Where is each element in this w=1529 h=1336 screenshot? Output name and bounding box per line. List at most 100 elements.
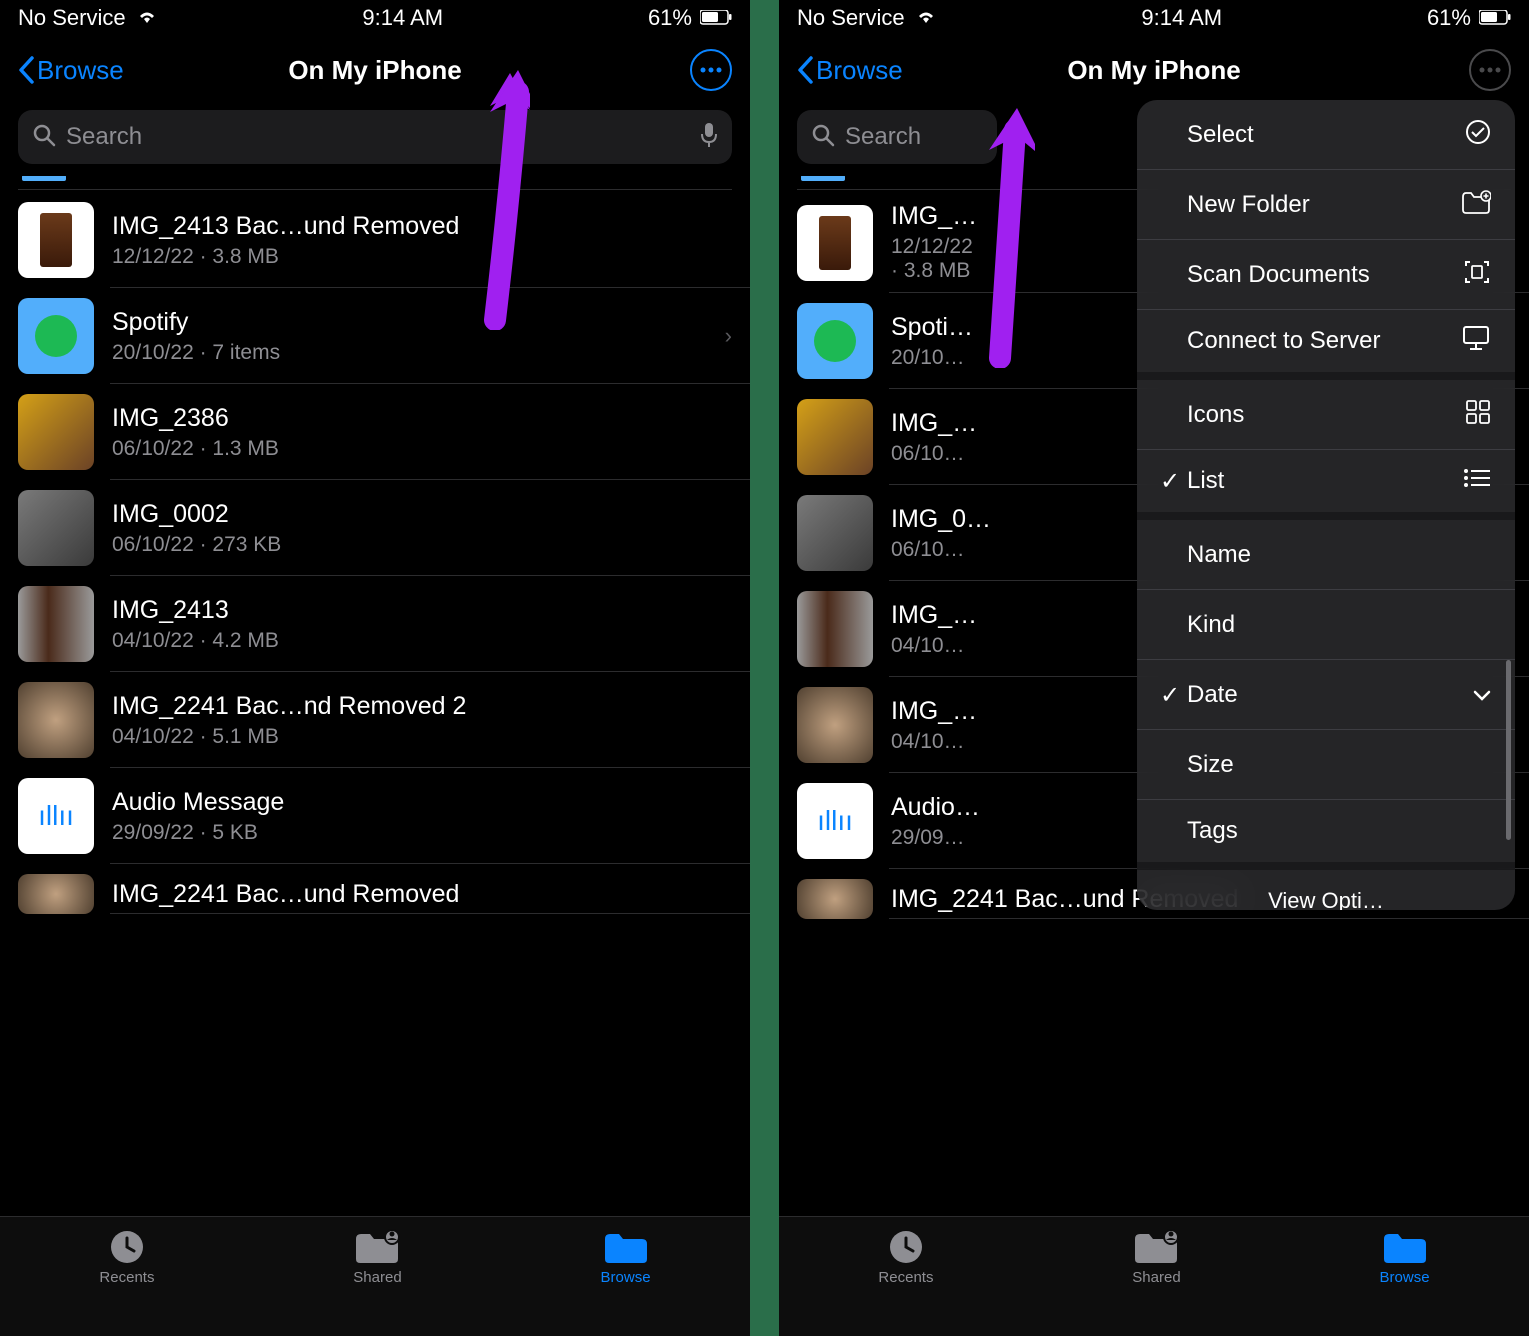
list-item[interactable]: Spotify 20/10/22 · 7 items › [0,288,750,384]
file-name: IMG_2413 [112,596,732,625]
folder-icon [603,1227,649,1267]
file-thumb [18,202,94,278]
clock-icon [887,1227,925,1267]
search-input[interactable]: Search [18,110,732,164]
back-label: Browse [816,55,903,86]
file-thumb [797,495,873,571]
menu-scan-documents[interactable]: Scan Documents [1137,240,1515,310]
list-item[interactable]: IMG_2241 Bac…und Removed [0,864,750,914]
wifi-icon [136,5,158,31]
tab-recents[interactable]: Recents [99,1227,154,1286]
file-name: Spotify [112,308,707,337]
tab-label: Shared [353,1269,401,1286]
checkmark-icon: ✓ [1155,467,1185,496]
file-meta: 12/12/22 · 3.8 MB [891,235,981,283]
file-thumb: ıllıı [797,783,873,859]
scan-icon [1463,258,1491,293]
file-meta: 06/10/22 · 1.3 MB [112,437,732,461]
nav-bar: Browse On My iPhone [779,36,1529,104]
file-name: IMG_2413 Bac…und Removed [112,212,732,241]
tab-browse[interactable]: Browse [601,1227,651,1286]
list-item[interactable]: IMG_2386 06/10/22 · 1.3 MB [0,384,750,480]
menu-sort-kind[interactable]: Kind [1137,590,1515,660]
menu-new-folder[interactable]: New Folder [1137,170,1515,240]
shared-folder-icon [1133,1227,1179,1267]
list-item[interactable]: IMG_2413 Bac…und Removed 12/12/22 · 3.8 … [0,192,750,288]
nav-bar: Browse On My iPhone [0,36,750,104]
back-button[interactable]: Browse [797,55,903,86]
battery-icon [700,5,732,31]
menu-sort-date[interactable]: ✓ Date [1137,660,1515,730]
ellipsis-icon [1479,67,1501,73]
tab-shared[interactable]: Shared [1132,1227,1180,1286]
file-name: IMG_2413 Bac…und Removed [891,202,981,231]
select-circle-icon [1465,119,1491,152]
menu-sort-tags[interactable]: Tags [1137,800,1515,870]
file-meta: 06/10/22 · 273 KB [112,533,732,557]
carrier-text: No Service [797,5,905,31]
screenshot-right: No Service 9:14 AM 61% Browse On My iPho… [779,0,1529,1336]
list-item[interactable]: IMG_2413 04/10/22 · 4.2 MB [0,576,750,672]
file-name: Audio Message [112,788,732,817]
tab-recents[interactable]: Recents [878,1227,933,1286]
search-input[interactable]: Search [797,110,997,164]
carrier-text: No Service [18,5,126,31]
clock-text: 9:14 AM [362,5,443,31]
file-thumb [797,591,873,667]
file-thumb [18,586,94,662]
more-button[interactable] [690,49,732,91]
status-bar: No Service 9:14 AM 61% [0,0,750,36]
page-title: On My iPhone [1067,55,1240,86]
file-thumb [797,687,873,763]
menu-connect-server[interactable]: Connect to Server [1137,310,1515,380]
tab-bar: Recents Shared Browse [779,1216,1529,1336]
clock-text: 9:14 AM [1141,5,1222,31]
list-item[interactable]: ıllıı Audio Message 29/09/22 · 5 KB [0,768,750,864]
file-thumb [797,205,873,281]
scrollbar[interactable] [1506,660,1511,840]
tab-label: Browse [601,1269,651,1286]
screenshot-left: No Service 9:14 AM 61% Browse On My iPho… [0,0,750,1336]
file-thumb [797,879,873,919]
file-meta: 12/12/22 · 3.8 MB [112,245,732,269]
search-icon [32,123,56,152]
ellipsis-icon [700,67,722,73]
search-icon [811,123,835,152]
back-button[interactable]: Browse [18,55,124,86]
grid-icon [1465,399,1491,432]
mic-icon[interactable] [700,122,718,153]
file-thumb [797,399,873,475]
file-meta: 29/09/22 · 5 KB [112,821,732,845]
file-thumb [18,490,94,566]
menu-view-list[interactable]: ✓ List [1137,450,1515,520]
battery-text: 61% [648,5,692,31]
menu-view-icons[interactable]: Icons [1137,380,1515,450]
file-meta: 20/10/22 · 7 items [112,341,707,365]
list-icon [1463,467,1491,495]
file-list: IMG_2413 Bac…und Removed 12/12/22 · 3.8 … [0,176,750,1216]
checkmark-icon: ✓ [1155,681,1185,710]
search-placeholder: Search [66,123,690,151]
audio-waveform-icon: ıllıı [817,805,853,837]
more-button[interactable] [1469,49,1511,91]
back-label: Browse [37,55,124,86]
menu-view-options[interactable]: View Opti… [1137,870,1515,910]
wifi-icon [915,5,937,31]
file-name: IMG_2241 Bac…nd Removed 2 [112,692,732,721]
file-thumb [18,682,94,758]
list-item[interactable]: IMG_2241 Bac…nd Removed 2 04/10/22 · 5.1… [0,672,750,768]
menu-sort-name[interactable]: Name [1137,520,1515,590]
new-folder-icon [1461,190,1491,221]
tab-shared[interactable]: Shared [353,1227,401,1286]
tab-label: Recents [99,1269,154,1286]
menu-sort-size[interactable]: Size [1137,730,1515,800]
tab-label: Recents [878,1269,933,1286]
file-thumb [18,394,94,470]
list-item[interactable]: IMG_0002 06/10/22 · 273 KB [0,480,750,576]
tab-label: Shared [1132,1269,1180,1286]
menu-select[interactable]: Select [1137,100,1515,170]
battery-icon [1479,5,1511,31]
tab-browse[interactable]: Browse [1380,1227,1430,1286]
audio-waveform-icon: ıllıı [38,800,74,832]
file-thumb: ıllıı [18,778,94,854]
